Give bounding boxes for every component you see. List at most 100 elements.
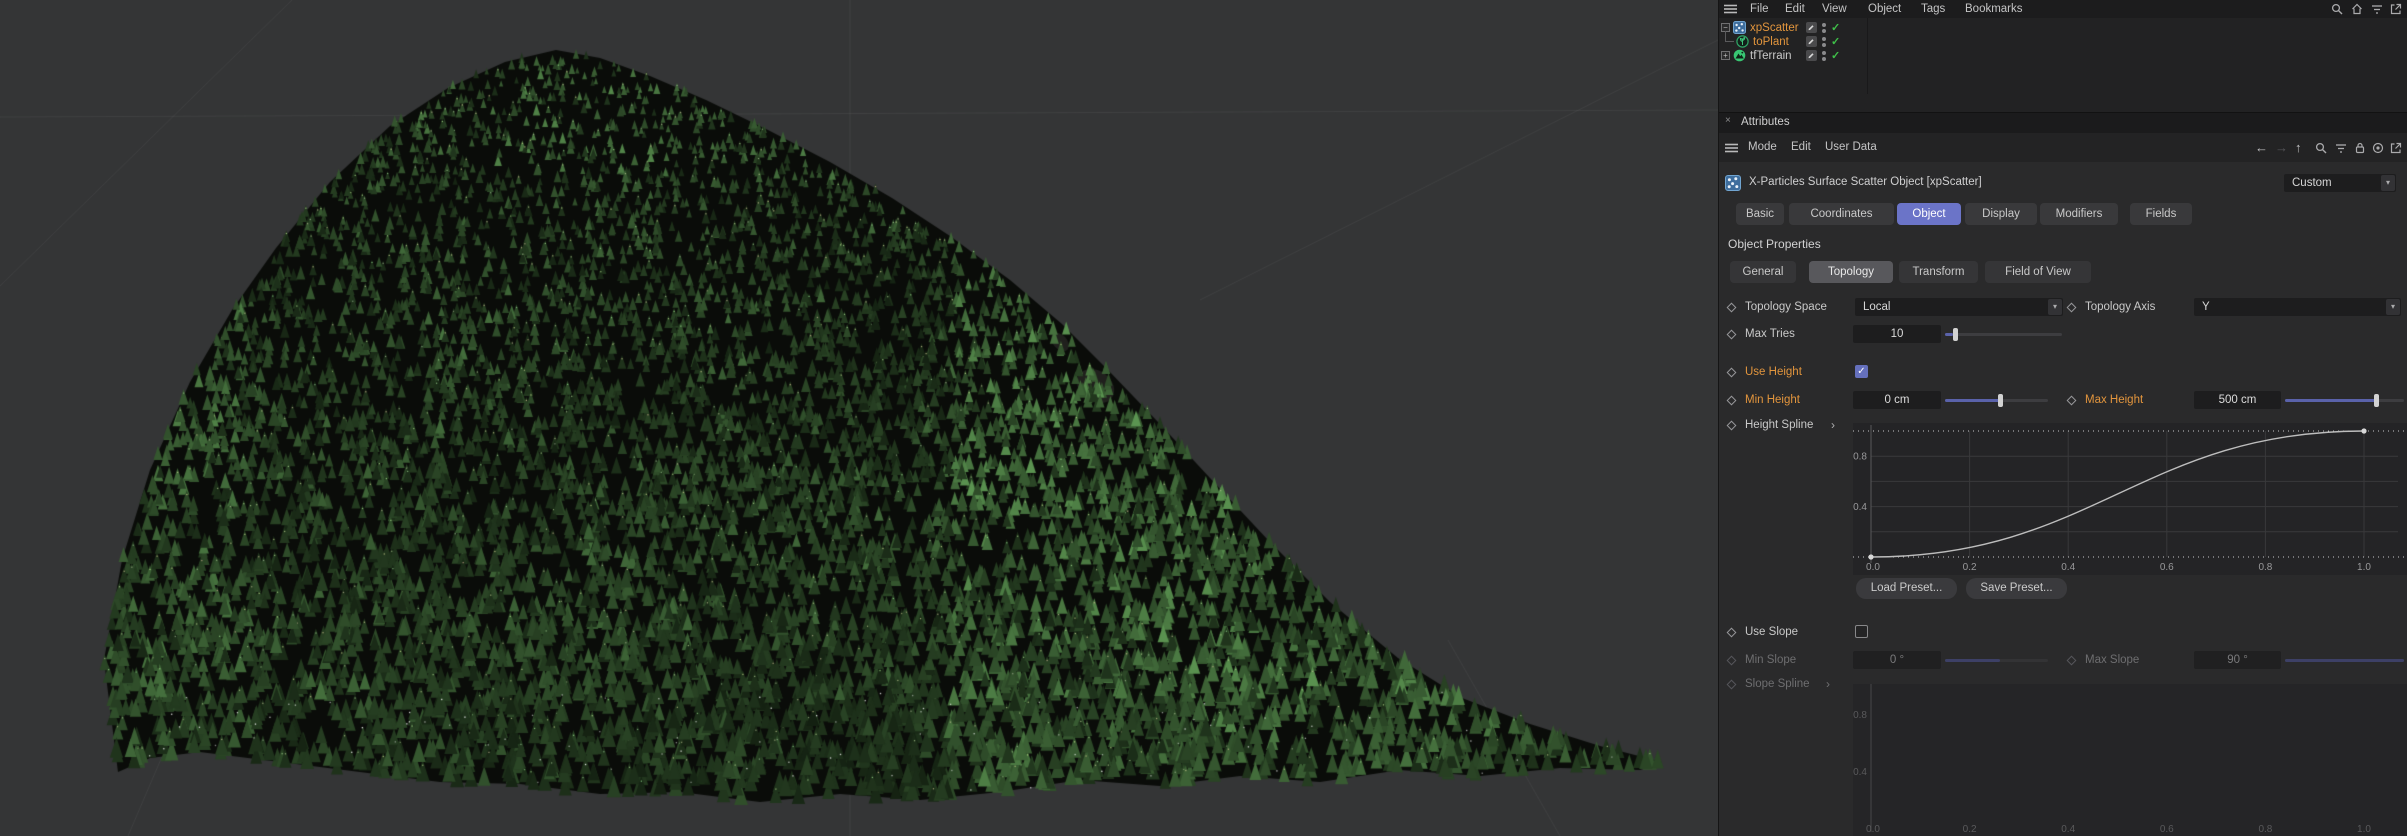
topology-space-dropdown[interactable]: Local ▾	[1855, 298, 2063, 316]
edit-badge-icon[interactable]	[1806, 36, 1817, 47]
subtab-transform[interactable]: Transform	[1899, 261, 1978, 283]
keyframe-diamond-icon	[2066, 655, 2077, 666]
spline-point-start[interactable]	[1868, 554, 1874, 560]
y-tick: 0.8	[1853, 710, 1867, 721]
enabled-check-icon[interactable]: ✓	[1831, 35, 1840, 48]
new-window-icon[interactable]	[2390, 142, 2402, 154]
enabled-check-icon[interactable]: ✓	[1831, 49, 1840, 62]
x-tick: 1.0	[2357, 562, 2371, 573]
row-use-slope: Use Slope	[1719, 624, 2407, 640]
row-topology: Topology Space Local ▾ Topology Axis Y ▾	[1719, 297, 2407, 317]
layer-dots-icon[interactable]	[1821, 22, 1827, 34]
field-label: Height Spline	[1745, 419, 1814, 431]
attributes-panel-header: × Attributes	[1719, 112, 2407, 133]
max-tries-input[interactable]: 10	[1853, 325, 1941, 343]
forward-arrow-icon[interactable]: →	[2275, 140, 2288, 155]
subtab-topology[interactable]: Topology	[1809, 261, 1893, 283]
viewport-3d-scene[interactable]	[0, 0, 1718, 836]
home-icon[interactable]	[2351, 3, 2363, 15]
preset-dropdown[interactable]: Custom ▾	[2284, 174, 2396, 192]
attributes-menubar: Mode Edit User Data ← → ↑	[1719, 133, 2407, 162]
enabled-check-icon[interactable]: ✓	[1831, 21, 1840, 34]
slope-spline-graph: 0.8 0.4 0.0 0.2 0.4 0.6 0.8 1.0	[1853, 684, 2407, 836]
lock-icon[interactable]	[2354, 142, 2366, 154]
x-tick: 0.2	[1963, 824, 1977, 835]
save-preset-button[interactable]: Save Preset...	[1966, 578, 2067, 599]
menu-user-data[interactable]: User Data	[1825, 133, 1877, 162]
x-tick: 0.8	[2258, 824, 2272, 835]
use-height-checkbox[interactable]: ✓	[1855, 365, 1868, 378]
keyframe-diamond-icon[interactable]	[1726, 420, 1737, 431]
subtab-general[interactable]: General	[1730, 261, 1796, 283]
object-name[interactable]: xpScatter	[1750, 21, 1799, 35]
menu-icon[interactable]	[1725, 142, 1738, 154]
menu-mode[interactable]: Mode	[1748, 133, 1777, 162]
tab-modifiers[interactable]: Modifiers	[2040, 203, 2118, 225]
keyframe-diamond-icon[interactable]	[1726, 302, 1737, 313]
menu-file[interactable]: File	[1750, 0, 1769, 18]
load-preset-button[interactable]: Load Preset...	[1856, 578, 1957, 599]
keyframe-diamond-icon[interactable]	[1726, 329, 1737, 340]
keyframe-diamond-icon[interactable]	[1726, 367, 1737, 378]
filter-icon[interactable]	[2335, 142, 2347, 154]
keyframe-diamond-icon[interactable]	[1726, 627, 1737, 638]
menu-tags[interactable]: Tags	[1921, 0, 1945, 18]
new-window-icon[interactable]	[2390, 3, 2402, 15]
height-spline-graph[interactable]: 0.8 0.4 0.0 0.2 0.4 0.6 0.8 1.0	[1853, 423, 2407, 578]
up-arrow-icon[interactable]: ↑	[2295, 140, 2302, 155]
tab-object[interactable]: Object	[1897, 203, 1961, 225]
edit-badge-icon[interactable]	[1806, 22, 1817, 33]
menu-bookmarks[interactable]: Bookmarks	[1965, 0, 2023, 18]
tab-coordinates[interactable]: Coordinates	[1789, 203, 1894, 225]
keyframe-diamond-icon	[1726, 679, 1737, 690]
object-row-xpscatter[interactable]: − xpScatter ✓	[1719, 21, 2407, 35]
object-row-toplant[interactable]: toPlant ✓	[1719, 31, 2407, 49]
expand-icon[interactable]: +	[1721, 51, 1730, 60]
object-row-tfterrain[interactable]: + tfTerrain ✓	[1719, 49, 2407, 63]
chevron-down-icon: ▾	[2048, 299, 2062, 315]
preset-dropdown-value: Custom	[2292, 177, 2332, 189]
spline-point-end[interactable]	[2361, 428, 2367, 434]
menu-object[interactable]: Object	[1868, 0, 1901, 18]
keyframe-diamond-icon[interactable]	[2066, 302, 2077, 313]
back-arrow-icon[interactable]: ←	[2255, 140, 2268, 155]
max-height-slider[interactable]	[2285, 394, 2404, 407]
filter-icon[interactable]	[2371, 3, 2383, 15]
layer-dots-icon[interactable]	[1821, 36, 1827, 48]
row-use-height: Use Height ✓	[1719, 364, 2407, 380]
topology-axis-dropdown[interactable]: Y ▾	[2194, 298, 2401, 316]
search-icon[interactable]	[2331, 3, 2343, 15]
object-name[interactable]: toPlant	[1753, 35, 1789, 49]
xp-scatter-icon	[1733, 21, 1746, 34]
min-slope-slider	[1945, 654, 2048, 667]
min-height-slider[interactable]	[1945, 394, 2048, 407]
object-name[interactable]: tfTerrain	[1750, 49, 1792, 63]
max-tries-slider[interactable]	[1945, 328, 2062, 341]
edit-badge-icon[interactable]	[1806, 50, 1817, 61]
close-icon[interactable]: ×	[1725, 115, 1731, 126]
keyframe-diamond-icon[interactable]	[1726, 395, 1737, 406]
tab-display[interactable]: Display	[1965, 203, 2037, 225]
search-icon[interactable]	[2315, 142, 2327, 154]
use-slope-checkbox[interactable]	[1855, 625, 1868, 638]
max-height-input[interactable]: 500 cm	[2194, 391, 2281, 409]
menu-icon[interactable]	[1724, 3, 1737, 15]
row-height-range: Min Height 0 cm Max Height 500 cm	[1719, 390, 2407, 410]
chevron-right-icon[interactable]: ›	[1831, 418, 1835, 432]
tab-basic[interactable]: Basic	[1736, 203, 1784, 225]
subtab-field-of-view[interactable]: Field of View	[1985, 261, 2091, 283]
tree-connector	[1725, 31, 1734, 42]
menu-edit[interactable]: Edit	[1785, 0, 1805, 18]
field-label: Use Slope	[1745, 626, 1799, 638]
target-icon[interactable]	[2372, 142, 2384, 154]
menu-edit[interactable]: Edit	[1791, 133, 1811, 162]
y-tick: 0.4	[1853, 767, 1867, 778]
min-height-input[interactable]: 0 cm	[1853, 391, 1941, 409]
chevron-right-icon: ›	[1826, 677, 1830, 691]
layer-dots-icon[interactable]	[1821, 50, 1827, 62]
tab-fields[interactable]: Fields	[2130, 203, 2192, 225]
x-tick: 0.0	[1866, 824, 1880, 835]
chevron-down-icon: ▾	[2381, 175, 2395, 191]
keyframe-diamond-icon[interactable]	[2066, 395, 2077, 406]
menu-view[interactable]: View	[1822, 0, 1847, 18]
